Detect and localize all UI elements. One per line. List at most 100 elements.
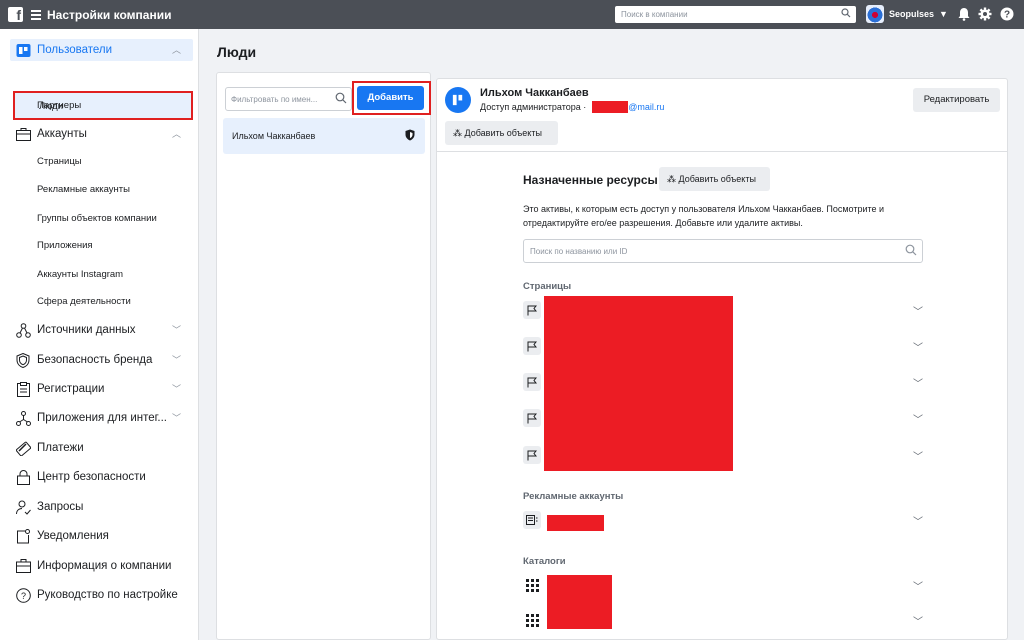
sidebar-item-instagram-accounts[interactable]: Аккаунты Instagram — [37, 269, 123, 280]
category-ad-accounts: Рекламные аккаунты — [523, 491, 624, 502]
data-sources-icon — [14, 321, 32, 339]
user-email-domain[interactable]: @mail.ru — [628, 102, 664, 112]
grid-icon — [523, 611, 541, 629]
chevron-down-icon[interactable]: ﹀ — [913, 448, 923, 463]
account-switcher[interactable]: Seopulses ▼ — [866, 5, 948, 23]
gear-icon[interactable] — [978, 7, 992, 21]
add-objects-label: Добавить объекты — [678, 174, 756, 184]
svg-text:?: ? — [1004, 10, 1010, 21]
flag-icon — [523, 409, 541, 427]
redacted-pages-block — [544, 296, 733, 471]
flag-icon — [523, 446, 541, 464]
redacted-ad-account — [547, 515, 604, 531]
chevron-down-icon[interactable]: ﹀ — [913, 375, 923, 390]
bell-icon[interactable] — [957, 7, 971, 21]
person-list-item[interactable]: Ильхом Чакканбаев — [223, 118, 425, 154]
chevron-down-icon: ﹀ — [171, 355, 181, 365]
user-role-line: Доступ администратора · @mail.ru — [480, 101, 664, 113]
sidebar-section-payments[interactable]: Платежи — [10, 437, 193, 459]
sidebar-section-label: Руководство по настройке — [37, 589, 178, 601]
sidebar-section-label: Уведомления — [37, 530, 109, 542]
edit-user-button[interactable]: Редактировать — [913, 88, 1000, 112]
sidebar-section-label: Центр безопасности — [37, 471, 146, 483]
chevron-down-icon: ﹀ — [171, 413, 181, 423]
redacted-email — [592, 101, 629, 113]
sidebar-section-requests[interactable]: Запросы — [10, 496, 193, 518]
grid-icon — [523, 576, 541, 594]
sidebar-section-label: Пользователи — [37, 44, 113, 56]
facebook-logo-icon[interactable]: f — [8, 7, 23, 23]
filter-placeholder: Фильтровать по имен... — [231, 95, 318, 104]
sidebar-section-registrations[interactable]: Регистрации ﹀ — [10, 378, 193, 400]
category-catalogs: Каталоги — [523, 556, 566, 567]
add-person-button[interactable]: Добавить — [357, 86, 424, 110]
sidebar-item-ad-accounts[interactable]: Рекламные аккаунты — [37, 184, 130, 195]
page-title: Люди — [217, 44, 257, 60]
sidebar-section-company-info[interactable]: Информация о компании — [10, 555, 193, 577]
sidebar-item-apps[interactable]: Приложения — [37, 240, 93, 251]
sidebar-item-business-asset-groups[interactable]: Группы объектов компании — [37, 213, 157, 224]
sidebar-section-users[interactable]: Пользователи ︿ — [10, 39, 193, 61]
sidebar-section-data-sources[interactable]: Источники данных ﹀ — [10, 319, 193, 341]
chevron-up-icon: ︿ — [171, 129, 181, 139]
sidebar: Пользователи ︿ Люди Партнеры Аккаунты ︿ … — [0, 29, 199, 640]
resources-search-placeholder: Поиск по названию или ID — [530, 247, 628, 256]
people-filter-input[interactable]: Фильтровать по имен... — [225, 87, 352, 111]
ad-account-icon — [523, 511, 541, 529]
svg-text:?: ? — [20, 591, 25, 601]
chevron-up-icon: ︿ — [171, 45, 181, 55]
sidebar-section-label: Платежи — [37, 442, 84, 454]
clipboard-icon — [14, 380, 32, 398]
chevron-down-icon[interactable]: ﹀ — [913, 613, 923, 628]
shield-icon — [14, 351, 32, 369]
add-objects-icon: ⁂ — [453, 128, 462, 138]
person-name: Ильхом Чакканбаев — [232, 131, 316, 141]
sidebar-item-pages[interactable]: Страницы — [37, 156, 82, 167]
help-icon[interactable]: ? — [1000, 7, 1014, 21]
person-request-icon — [14, 498, 32, 516]
caret-down-icon: ▼ — [939, 9, 948, 19]
user-name: Ильхом Чакканбаев — [480, 87, 589, 99]
menu-icon[interactable] — [31, 9, 41, 20]
chevron-down-icon[interactable]: ﹀ — [913, 513, 923, 528]
add-objects-icon: ⁂ — [667, 174, 676, 184]
notification-icon — [14, 527, 32, 545]
sidebar-item-partners[interactable]: Партнеры — [37, 100, 81, 111]
search-icon — [841, 8, 851, 20]
question-circle-icon: ? — [14, 586, 32, 604]
sidebar-section-security-center[interactable]: Центр безопасности — [10, 466, 193, 488]
chevron-down-icon[interactable]: ﹀ — [913, 303, 923, 318]
add-objects-label: Добавить объекты — [464, 128, 542, 138]
chevron-down-icon: ﹀ — [171, 384, 181, 394]
account-name: Seopulses — [889, 9, 935, 19]
add-objects-button[interactable]: ⁂ Добавить объекты — [445, 121, 558, 145]
resources-add-objects-button[interactable]: ⁂ Добавить объекты — [659, 167, 770, 191]
sidebar-section-accounts[interactable]: Аккаунты ︿ — [10, 123, 193, 145]
users-icon — [14, 41, 32, 59]
company-search-input[interactable]: Поиск в компании — [615, 6, 856, 23]
sidebar-section-setup-guide[interactable]: ? Руководство по настройке — [10, 584, 193, 606]
chevron-down-icon[interactable]: ﹀ — [913, 411, 923, 426]
flag-icon — [523, 337, 541, 355]
flag-icon — [523, 373, 541, 391]
credit-card-icon — [14, 439, 32, 457]
sidebar-section-integrated-apps[interactable]: Приложения для интег... ﹀ — [10, 407, 193, 429]
resources-search-input[interactable]: Поиск по названию или ID — [523, 239, 923, 263]
sidebar-section-notifications[interactable]: Уведомления — [10, 525, 193, 547]
sidebar-item-lines-of-business[interactable]: Сфера деятельности — [37, 296, 131, 307]
sidebar-section-brand-safety[interactable]: Безопасность бренда ﹀ — [10, 349, 193, 371]
chevron-down-icon[interactable]: ﹀ — [913, 578, 923, 593]
chevron-down-icon: ﹀ — [171, 325, 181, 335]
sidebar-section-label: Информация о компании — [37, 560, 172, 572]
sidebar-section-label: Безопасность бренда — [37, 354, 153, 366]
account-avatar — [866, 5, 884, 23]
search-icon — [335, 92, 347, 106]
admin-shield-icon — [405, 129, 415, 143]
briefcase-icon — [14, 125, 32, 143]
divider — [437, 151, 1007, 152]
chevron-down-icon[interactable]: ﹀ — [913, 339, 923, 354]
lock-icon — [14, 468, 32, 486]
user-role: Доступ администратора · — [480, 102, 587, 112]
integrations-icon — [14, 409, 32, 427]
sidebar-section-label: Источники данных — [37, 324, 136, 336]
